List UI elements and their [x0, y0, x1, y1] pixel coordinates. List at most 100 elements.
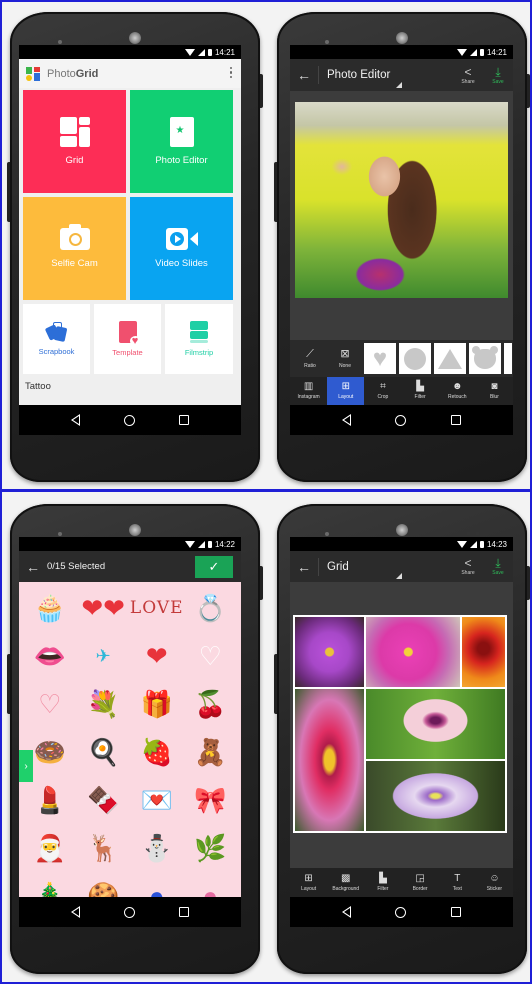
wifi-icon: [184, 540, 195, 548]
share-icon: <: [464, 556, 472, 570]
overflow-menu-icon[interactable]: [230, 67, 233, 80]
sticker-lace-heart-white[interactable]: ♡: [184, 632, 237, 680]
chevron-right-icon: ›: [24, 760, 28, 772]
tool-layout[interactable]: ⊞ Layout: [327, 377, 365, 405]
sticker-love-text[interactable]: LOVE: [130, 584, 184, 632]
tool-text[interactable]: T Text: [439, 868, 476, 897]
tile-scrapbook-label: Scrapbook: [38, 347, 75, 356]
sticker-snowman[interactable]: ⛄: [130, 824, 184, 872]
sticker-pink-ornament[interactable]: ●: [184, 872, 237, 897]
sticker-gingerbread[interactable]: 🍪: [76, 872, 129, 897]
sticker-diamond-ring[interactable]: 💍: [184, 584, 237, 632]
shape-circle[interactable]: [399, 343, 431, 374]
tool-label: Instagram: [297, 394, 320, 400]
tool-ratio[interactable]: ⟋ Ratio: [294, 348, 326, 369]
nav-recents-icon[interactable]: [179, 415, 189, 425]
title-dropdown-indicator-icon: [396, 82, 402, 88]
earpiece-speaker: [129, 524, 141, 536]
section-tattoo[interactable]: Tattoo: [23, 374, 237, 399]
collage-photo-pink-hibiscus[interactable]: [295, 689, 364, 831]
sticker-red-bow[interactable]: 🎀: [184, 776, 237, 824]
sticker-teddy-bear[interactable]: 🧸: [184, 728, 237, 776]
shape-bear[interactable]: [469, 343, 501, 374]
nav-back-icon[interactable]: [71, 906, 80, 918]
grid-tools-row: ⊞ Layout ▩ Background ▙ Filter ◲ Border T Tex…: [290, 868, 513, 897]
tile-grid[interactable]: Grid: [23, 90, 126, 193]
tile-filmstrip[interactable]: Filmstrip: [165, 304, 233, 374]
sticker-cherries[interactable]: 🍒: [184, 680, 237, 728]
nav-recents-icon[interactable]: [179, 907, 189, 917]
nav-recents-icon[interactable]: [450, 907, 461, 917]
earpiece-speaker: [396, 524, 408, 536]
sticker-heart-egg[interactable]: 🍳: [76, 728, 129, 776]
tool-filter[interactable]: ▙ Filter: [364, 868, 401, 897]
share-button[interactable]: < Share: [453, 66, 483, 85]
back-arrow-icon[interactable]: ←: [290, 67, 318, 83]
sticker-chocolate[interactable]: 🍫: [76, 776, 129, 824]
save-button[interactable]: ⤓ Save: [483, 66, 513, 85]
sticker-holly[interactable]: 🌿: [184, 824, 237, 872]
sticker-strawberries[interactable]: 🍓: [130, 728, 184, 776]
sticker-christmas-tree[interactable]: 🎄: [23, 872, 76, 897]
toolbar-separator: [318, 66, 319, 84]
share-button[interactable]: < Share: [453, 557, 483, 576]
nav-recents-icon[interactable]: [450, 415, 461, 425]
tool-crop[interactable]: ⌗ Crop: [364, 377, 401, 405]
bear-shape-icon: [472, 345, 498, 369]
confirm-button[interactable]: ✓: [195, 555, 233, 578]
tool-label: Layout: [338, 394, 354, 400]
tool-sticker[interactable]: ☺ Sticker: [476, 868, 513, 897]
nav-back-icon[interactable]: [71, 414, 80, 426]
edited-photo[interactable]: [295, 102, 508, 298]
sticker-lips[interactable]: 👄: [23, 632, 76, 680]
back-arrow-icon[interactable]: ←: [290, 559, 318, 575]
nav-home-icon[interactable]: [395, 906, 407, 918]
tool-none[interactable]: ⊠ None: [329, 348, 361, 369]
nav-home-icon[interactable]: [124, 414, 135, 426]
nav-back-icon[interactable]: [342, 906, 352, 918]
shape-partial[interactable]: [504, 343, 512, 374]
tile-photo-editor[interactable]: Photo Editor: [130, 90, 233, 193]
tile-template[interactable]: Template: [94, 304, 161, 374]
side-panel-toggle[interactable]: ›: [19, 750, 33, 782]
sticker-hearts-couple[interactable]: ❤❤: [76, 584, 129, 632]
shape-triangle[interactable]: [434, 343, 466, 374]
sticker-lipstick[interactable]: 💄: [23, 776, 76, 824]
sticker-red-hearts[interactable]: ❤: [130, 632, 184, 680]
save-button[interactable]: ⤓ Save: [483, 557, 513, 576]
tool-layout[interactable]: ⊞ Layout: [290, 868, 327, 897]
tile-video-slides[interactable]: Video Slides: [130, 197, 233, 300]
photo-editor-screen: 14:21 ← Photo Editor < Share ⤓ Save ⟋ Ra…: [290, 45, 513, 435]
tool-filter[interactable]: ▙ Filter: [402, 377, 439, 405]
shape-heart[interactable]: ♥: [364, 343, 396, 374]
nav-home-icon[interactable]: [124, 906, 135, 918]
sticker-flower-bouquet[interactable]: 💐: [76, 680, 129, 728]
tool-instagram[interactable]: ▥ Instagram: [290, 377, 327, 405]
tool-retouch[interactable]: ☻ Retouch: [439, 377, 476, 405]
nav-home-icon[interactable]: [395, 414, 407, 426]
sticker-santa[interactable]: 🎅: [23, 824, 76, 872]
sticker-gift-box[interactable]: 🎁: [130, 680, 184, 728]
sticker-cupcake[interactable]: 🧁: [23, 584, 76, 632]
photo-collage: [293, 615, 507, 833]
tile-selfie-cam[interactable]: Selfie Cam: [23, 197, 126, 300]
tile-scrapbook[interactable]: Scrapbook: [23, 304, 90, 374]
sticker-love-letter[interactable]: 💌: [130, 776, 184, 824]
collage-photo-purple-clematis[interactable]: [366, 761, 505, 831]
sticker-paper-plane[interactable]: ✈: [76, 632, 129, 680]
tool-blur[interactable]: ◙ Blur: [476, 377, 513, 405]
collage-photo-pink-poppy[interactable]: [366, 689, 505, 759]
row-divider: [0, 489, 532, 492]
tile-selfie-cam-label: Selfie Cam: [51, 258, 98, 269]
collage-photo-orange-hibiscus[interactable]: [462, 617, 505, 687]
sticker-reindeer[interactable]: 🦌: [76, 824, 129, 872]
collage-photo-pink-violet[interactable]: [366, 617, 460, 687]
tool-background[interactable]: ▩ Background: [327, 868, 364, 897]
status-bar: 14:23: [290, 537, 513, 551]
back-arrow-icon[interactable]: ←: [19, 559, 47, 575]
nav-back-icon[interactable]: [342, 414, 352, 426]
collage-photo-purple-violet[interactable]: [295, 617, 364, 687]
tool-border[interactable]: ◲ Border: [402, 868, 439, 897]
sticker-lace-heart-pink[interactable]: ♡: [23, 680, 76, 728]
sticker-blue-ornament[interactable]: ●: [130, 872, 184, 897]
